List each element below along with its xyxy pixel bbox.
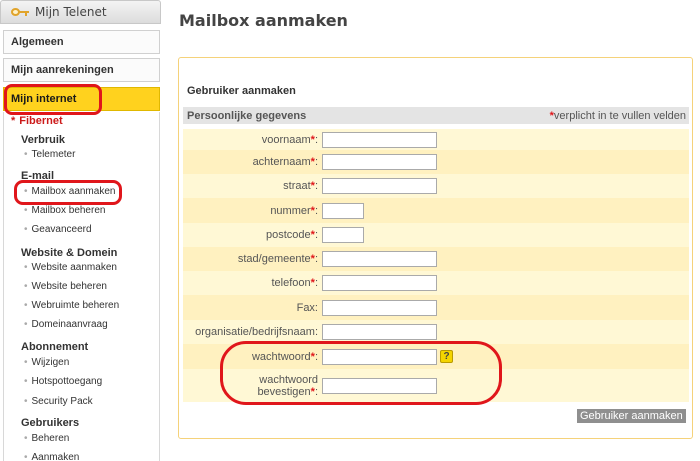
row-voornaam: voornaam*: (183, 129, 689, 150)
row-nummer: nummer*: (183, 198, 689, 223)
sidebar-item-security-pack[interactable]: • Security Pack (24, 396, 93, 407)
section-bar: Persoonlijke gegevens *verplicht in te v… (183, 107, 689, 124)
sidebar-item-aanmaken[interactable]: • Aanmaken (24, 452, 79, 461)
help-icon[interactable]: ? (440, 350, 453, 363)
voornaam-input[interactable] (322, 131, 437, 148)
label-organisatie: organisatie/bedrijfsnaam: (195, 326, 318, 338)
row-organisatie: organisatie/bedrijfsnaam: (183, 320, 689, 344)
label-wachtwoord: wachtwoord*: (251, 350, 318, 363)
sidebar-item-website-beheren[interactable]: • Website beheren (24, 281, 107, 292)
sidebar-item-website-aanmaken[interactable]: • Website aanmaken (24, 262, 117, 273)
label-telefoon: telefoon*: (271, 277, 319, 289)
sidebar-item-beheren[interactable]: • Beheren (24, 433, 69, 444)
sidebar-item-hotspottoegang[interactable]: • Hotspottoegang (24, 376, 102, 387)
menu-item-mijn-aanrekeningen[interactable]: Mijn aanrekeningen (3, 58, 160, 82)
group-title-email: E-mail (21, 170, 55, 182)
row-postcode: postcode*: (183, 223, 689, 247)
form-title: Gebruiker aanmaken (187, 85, 296, 97)
organisatie-input[interactable] (322, 324, 437, 340)
row-telefoon: telefoon*: (183, 271, 689, 295)
postcode-input[interactable] (322, 227, 364, 243)
label-nummer: nummer*: (270, 204, 318, 217)
sidebar-item-webruimte-beheren[interactable]: • Webruimte beheren (24, 300, 119, 311)
group-title-gebruikers: Gebruikers (21, 417, 80, 429)
label-postcode: postcode*: (266, 229, 318, 241)
tab-label: Mijn Telenet (35, 5, 107, 19)
row-wachtwoord-bevestigen: wachtwoord bevestigen*: (183, 369, 689, 402)
sidebar-item-domeinaanvraag[interactable]: • Domeinaanvraag (24, 319, 108, 330)
wachtwoord-bevestigen-input[interactable] (322, 377, 437, 394)
tab-mijn-telenet[interactable]: Mijn Telenet (0, 0, 161, 24)
row-stad-gemeente: stad/gemeente*: (183, 247, 689, 271)
label-fax: Fax: (296, 301, 318, 314)
menu-item-mijn-internet[interactable]: Mijn internet (3, 87, 160, 111)
label-wachtwoord-bevestigen: wachtwoord bevestigen*: (257, 373, 318, 398)
label-achternaam: achternaam*: (252, 156, 318, 168)
group-title-abonnement: Abonnement (21, 341, 89, 353)
required-note: *verplicht in te vullen velden (549, 109, 686, 122)
form-panel: Gebruiker aanmaken Persoonlijke gegevens… (178, 57, 693, 439)
page-title: Mailbox aanmaken (179, 11, 348, 30)
sidebar-item-geavanceerd[interactable]: • Geavanceerd (24, 224, 92, 235)
straat-input[interactable] (322, 178, 437, 194)
stad-gemeente-input[interactable] (322, 251, 437, 267)
sidebar: Mijn Telenet Algemeen Mijn aanrekeningen… (0, 0, 161, 461)
wachtwoord-input[interactable] (322, 348, 437, 365)
label-voornaam: voornaam*: (261, 133, 318, 146)
row-fax: Fax: (183, 295, 689, 320)
nummer-input[interactable] (322, 202, 364, 219)
gebruiker-aanmaken-button[interactable]: Gebruiker aanmaken (577, 409, 686, 423)
submenu-fibernet[interactable]: Fibernet (11, 115, 62, 127)
sidebar-item-mailbox-beheren[interactable]: • Mailbox beheren (24, 205, 105, 216)
row-straat: straat*: (183, 174, 689, 198)
fax-input[interactable] (322, 299, 437, 316)
sidebar-item-mailbox-aanmaken[interactable]: • Mailbox aanmaken (24, 186, 115, 197)
submenu-panel: Fibernet Verbruik •Telemeter E-mail •Mai… (3, 112, 160, 461)
row-achternaam: achternaam*: (183, 150, 689, 174)
achternaam-input[interactable] (322, 154, 437, 170)
row-wachtwoord: wachtwoord*: ? (183, 344, 689, 369)
section-label: Persoonlijke gegevens (187, 109, 307, 122)
menu-item-algemeen[interactable]: Algemeen (3, 30, 160, 54)
group-title-website-domein: Website & Domein (21, 247, 118, 259)
label-straat: straat*: (283, 180, 318, 192)
label-stad-gemeente: stad/gemeente*: (237, 253, 318, 265)
sidebar-item-telemeter[interactable]: • Telemeter (24, 149, 75, 160)
key-icon (11, 7, 29, 17)
group-title-verbruik: Verbruik (21, 134, 66, 146)
telefoon-input[interactable] (322, 275, 437, 291)
sidebar-item-wijzigen[interactable]: • Wijzigen (24, 357, 69, 368)
